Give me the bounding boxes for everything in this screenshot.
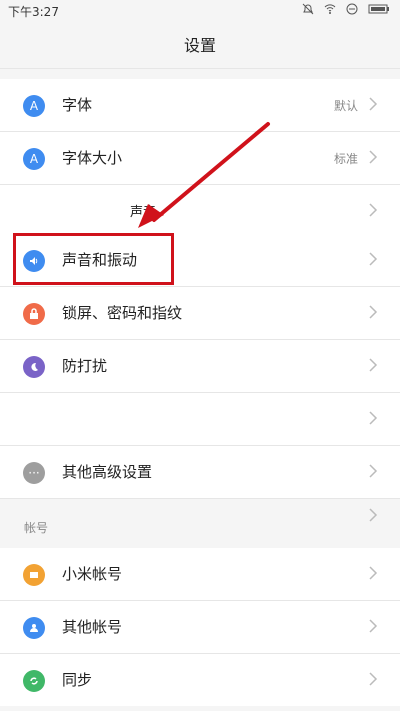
account-row-xiaomi[interactable]: 小米帐号 bbox=[0, 548, 400, 600]
chevron-right-icon bbox=[369, 508, 378, 522]
chevron-right-icon bbox=[369, 203, 378, 217]
settings-row-lock-screen[interactable]: 锁屏、密码和指纹 bbox=[0, 287, 400, 339]
chevron-right-icon bbox=[369, 358, 378, 372]
xiaomi-account-icon bbox=[23, 564, 45, 586]
account-row-other[interactable]: 其他帐号 bbox=[0, 601, 400, 653]
status-time: 下午3:27 bbox=[8, 5, 59, 19]
chevron-right-icon bbox=[369, 672, 378, 686]
more-icon: ··· bbox=[23, 462, 45, 484]
status-bar: 下午3:27 bbox=[0, 0, 400, 20]
font-icon: A bbox=[23, 95, 45, 117]
account-row-sync[interactable]: 同步 bbox=[0, 654, 400, 706]
settings-row-value: 默认 bbox=[333, 99, 358, 113]
divider bbox=[0, 68, 400, 69]
divider bbox=[0, 498, 400, 499]
battery-icon bbox=[368, 4, 389, 14]
settings-row-label: 其他高级设置 bbox=[62, 463, 153, 481]
settings-row-label: 防打扰 bbox=[62, 357, 108, 375]
account-row-label: 小米帐号 bbox=[62, 565, 123, 583]
section-header-account: 帐号 bbox=[24, 521, 49, 535]
title-bar: 设置 bbox=[0, 20, 400, 68]
notification-off-icon bbox=[302, 3, 314, 15]
moon-icon bbox=[23, 356, 45, 378]
settings-row-value: 标准 bbox=[333, 152, 358, 166]
settings-row-advanced[interactable]: ··· 其他高级设置 bbox=[0, 446, 400, 498]
settings-row-blank[interactable] bbox=[0, 393, 400, 445]
account-row-label: 其他帐号 bbox=[62, 618, 123, 636]
chevron-right-icon bbox=[369, 252, 378, 266]
arrow-annotation bbox=[138, 122, 270, 228]
do-not-disturb-icon bbox=[346, 3, 358, 15]
chevron-right-icon bbox=[369, 150, 378, 164]
settings-row-do-not-disturb[interactable]: 防打扰 bbox=[0, 340, 400, 392]
chevron-right-icon bbox=[369, 464, 378, 478]
lock-icon bbox=[23, 303, 45, 325]
account-row-label: 同步 bbox=[62, 671, 93, 689]
highlight-box bbox=[13, 233, 174, 285]
settings-row-label: 字体 bbox=[62, 96, 93, 114]
chevron-right-icon bbox=[369, 97, 378, 111]
settings-row-label: 字体大小 bbox=[62, 149, 123, 167]
sync-icon bbox=[23, 670, 45, 692]
chevron-right-icon bbox=[369, 411, 378, 425]
wifi-icon bbox=[324, 4, 336, 14]
status-icons bbox=[302, 3, 390, 15]
font-size-icon: A bbox=[23, 148, 45, 170]
chevron-right-icon bbox=[369, 619, 378, 633]
settings-row-label: 锁屏、密码和指纹 bbox=[62, 304, 183, 322]
chevron-right-icon bbox=[369, 566, 378, 580]
chevron-right-icon bbox=[369, 305, 378, 319]
page-title: 设置 bbox=[183, 36, 216, 55]
user-icon bbox=[23, 617, 45, 639]
